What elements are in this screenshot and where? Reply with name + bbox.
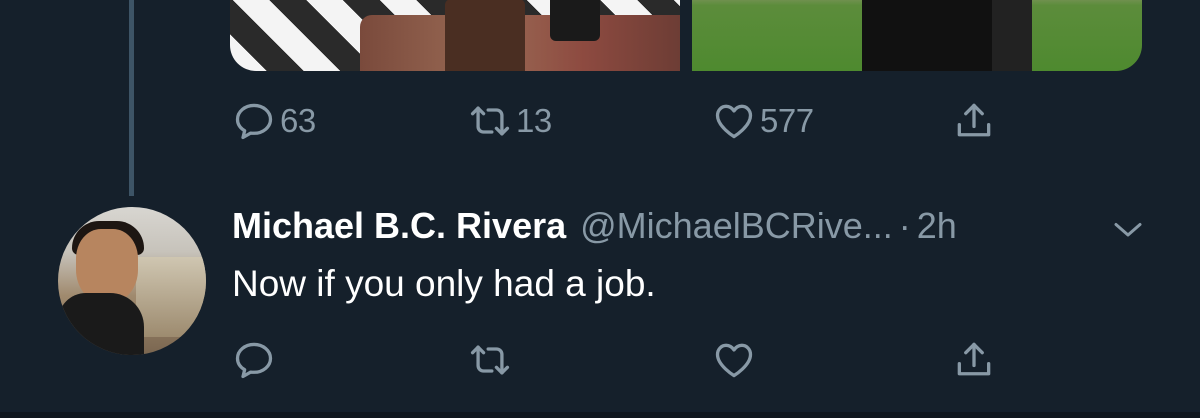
retweet-icon xyxy=(468,338,512,382)
retweet-count: 13 xyxy=(516,102,552,139)
tweet-header: Michael B.C. Rivera @MichaelBCRive... · … xyxy=(232,205,957,251)
tweet-photo-interior[interactable] xyxy=(230,0,680,71)
reply-button[interactable] xyxy=(232,336,276,384)
retweet-button[interactable] xyxy=(468,336,512,384)
reply-count: 63 xyxy=(280,102,316,139)
share-button[interactable] xyxy=(952,97,996,145)
like-button[interactable]: 577 xyxy=(712,97,814,145)
dot-separator: · xyxy=(898,205,911,246)
tweet-options-button[interactable] xyxy=(1110,214,1146,244)
thread-line xyxy=(129,0,134,196)
avatar-background xyxy=(136,257,206,337)
avatar-face xyxy=(76,229,138,303)
share-icon xyxy=(952,99,996,143)
avatar-shirt xyxy=(58,293,144,355)
photo-gown-second xyxy=(992,0,1032,71)
tweet-photo-lawn[interactable] xyxy=(692,0,1142,71)
previous-tweet-action-bar: 63 13 577 xyxy=(232,97,1012,145)
tweet-timestamp[interactable]: 2h xyxy=(917,205,957,247)
retweet-icon xyxy=(468,99,512,143)
share-button[interactable] xyxy=(952,336,996,384)
like-icon xyxy=(712,99,756,143)
tweet-text: Now if you only had a job. xyxy=(232,263,656,304)
retweet-button[interactable]: 13 xyxy=(468,97,552,145)
like-icon xyxy=(712,338,756,382)
like-button[interactable] xyxy=(712,336,756,384)
photo-chair xyxy=(445,0,525,71)
reply-icon xyxy=(232,99,276,143)
chevron-down-icon xyxy=(1110,223,1146,248)
avatar[interactable] xyxy=(58,207,206,355)
reply-tweet-action-bar xyxy=(232,336,1012,384)
display-name[interactable]: Michael B.C. Rivera xyxy=(232,205,566,247)
tweet-media-grid xyxy=(230,0,1142,71)
reply-button[interactable]: 63 xyxy=(232,97,316,145)
photo-gown xyxy=(862,0,1002,71)
reply-icon xyxy=(232,338,276,382)
bottom-divider xyxy=(0,412,1200,418)
media-separator xyxy=(680,0,692,71)
share-icon xyxy=(952,338,996,382)
user-handle[interactable]: @MichaelBCRive... xyxy=(580,205,893,247)
like-count: 577 xyxy=(760,102,814,139)
photo-figure xyxy=(550,0,600,41)
